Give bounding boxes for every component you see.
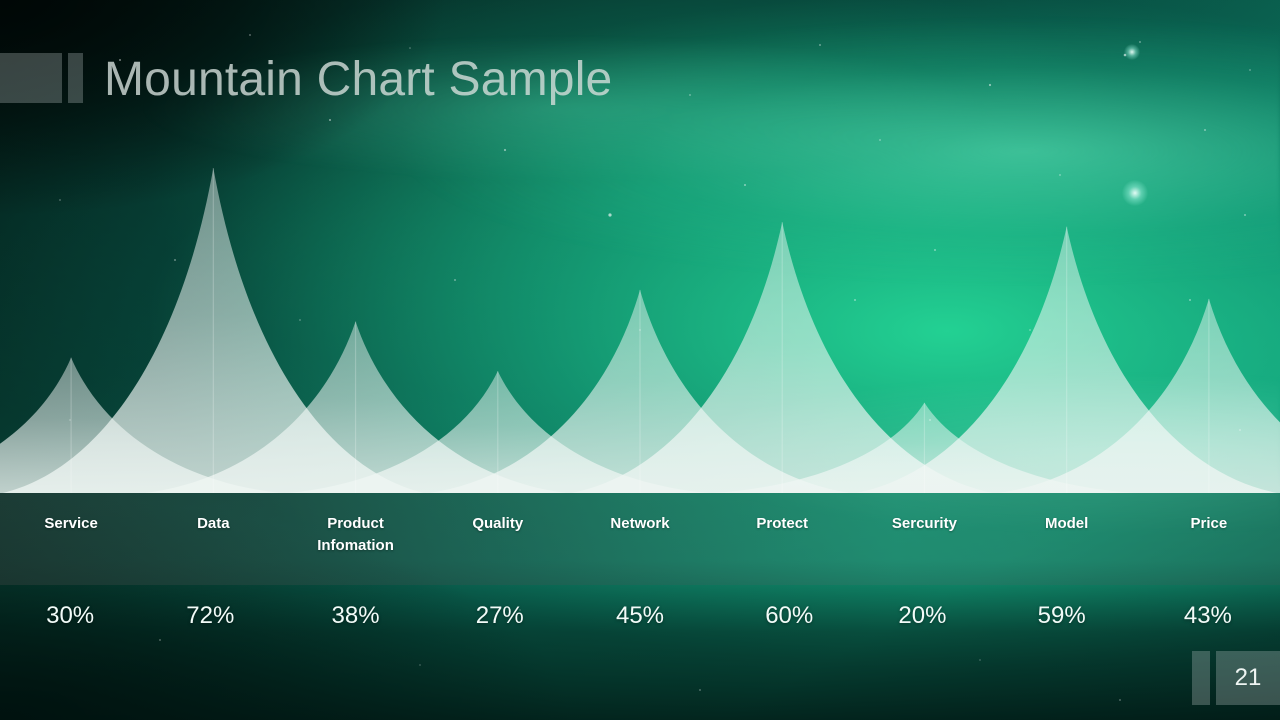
category-label: Quality <box>418 513 578 535</box>
category-value: 43% <box>1183 602 1232 629</box>
page-number-accent-bar <box>1192 651 1210 705</box>
category-label-line1: Data <box>197 515 230 532</box>
category-label: Protect <box>702 513 862 535</box>
page-number: 21 <box>1234 664 1262 691</box>
category-label: Network <box>560 513 720 535</box>
category-label-line1: Model <box>1044 515 1089 532</box>
category-label-line1: Sercurity <box>891 515 957 532</box>
category-value: 20% <box>898 602 947 629</box>
category-label: Model <box>987 513 1147 535</box>
category-label: Service <box>0 513 151 535</box>
category-labels: Service Data Product Infomation Quality Netwo… <box>0 493 1280 585</box>
category-label: Product Infomation <box>276 513 436 557</box>
category-label-line1: Quality <box>472 515 524 532</box>
category-values: 30% 72% 38% 27% 45% 60% 20% 59% 43% <box>0 600 1280 650</box>
category-label: Sercurity <box>844 513 1004 535</box>
mountain-chart <box>0 0 1280 495</box>
mountain-chart-svg <box>0 168 1280 494</box>
category-label-line1: Price <box>1190 515 1228 532</box>
category-label-line1: Product <box>327 515 384 532</box>
category-value: 45% <box>615 602 665 629</box>
category-label: Price <box>1129 513 1280 535</box>
category-value: 38% <box>331 602 380 629</box>
category-value: 30% <box>46 602 95 629</box>
category-value: 72% <box>186 602 235 629</box>
category-label-line1: Service <box>44 515 98 532</box>
category-label-line1: Network <box>610 515 670 532</box>
slide-canvas: Mountain Chart Sample Service Data Product… <box>0 0 1280 720</box>
category-label-line2: Infomation <box>317 537 394 554</box>
category-value: 59% <box>1037 602 1086 629</box>
category-label-line1: Protect <box>756 515 809 532</box>
category-label: Data <box>133 513 293 535</box>
category-value: 27% <box>475 602 524 629</box>
